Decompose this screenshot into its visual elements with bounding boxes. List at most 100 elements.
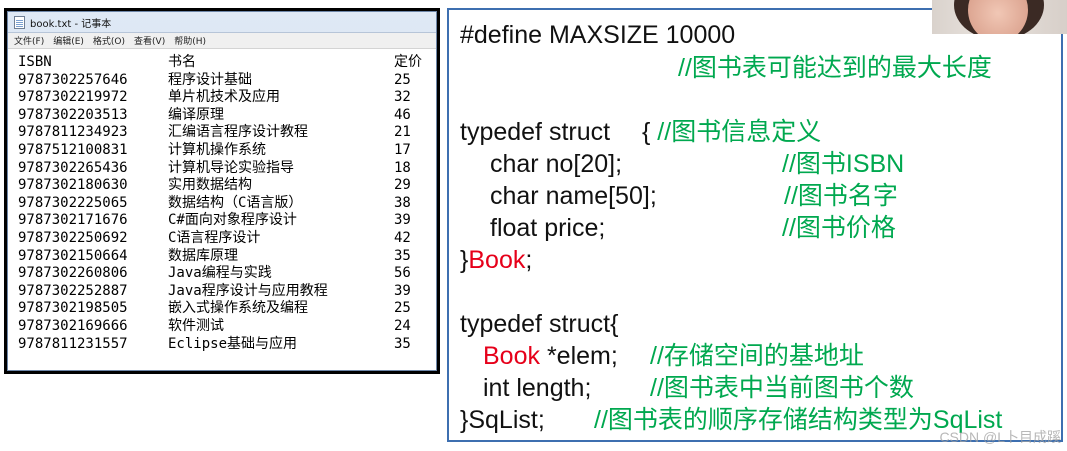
- book-row: 9787302265436 计算机导论实验指导 18: [14, 160, 436, 178]
- menu-view[interactable]: 查看(V): [134, 34, 165, 47]
- notepad-window: book.txt - 记事本 文件(F) 编辑(E) 格式(O) 查看(V) 帮…: [7, 11, 437, 371]
- struct1-close-line: }Book;: [460, 245, 532, 275]
- watermark: CSDN @L卜目成蹊: [939, 429, 1061, 445]
- book-isbn: 9787302203513: [18, 106, 128, 123]
- menu-file[interactable]: 文件(F): [14, 34, 44, 47]
- struct1-brace: {: [641, 118, 651, 146]
- book-price: 29: [394, 177, 411, 194]
- book-isbn: 9787302260806: [18, 265, 128, 282]
- book-title: 计算机操作系统: [168, 141, 266, 158]
- menu-help[interactable]: 帮助(H): [174, 34, 206, 47]
- book-price: 35: [394, 247, 411, 264]
- field-elem: *elem;: [546, 342, 618, 370]
- book-row: 9787811231557 Eclipse基础与应用 35: [14, 336, 436, 354]
- book-isbn: 9787302171676: [18, 212, 128, 229]
- book-isbn: 9787302169666: [18, 317, 128, 334]
- book-title: 汇编语言程序设计教程: [168, 124, 308, 141]
- book-price: 25: [394, 300, 411, 317]
- presenter-face: [968, 0, 1028, 34]
- book-row: 9787302257646 程序设计基础 25: [14, 72, 436, 90]
- book-title: 编译原理: [168, 106, 224, 123]
- book-title: 数据库原理: [168, 247, 238, 264]
- field-no: char no[20];: [490, 150, 623, 178]
- book-isbn: 9787302252887: [18, 282, 128, 299]
- book-isbn: 9787811231557: [18, 335, 128, 352]
- book-isbn: 9787302225065: [18, 194, 128, 211]
- field-no-comment: //图书ISBN: [782, 150, 905, 178]
- define-line: #define MAXSIZE 10000: [460, 20, 735, 50]
- header-isbn: ISBN: [18, 54, 52, 70]
- book-row: 9787302260806 Java编程与实践 56: [14, 265, 436, 283]
- book-price: 38: [394, 194, 411, 211]
- book-title: C#面向对象程序设计: [168, 212, 297, 229]
- field-elem-line: Book *elem;: [483, 341, 618, 371]
- book-isbn: 9787302180630: [18, 177, 128, 194]
- book-price: 56: [394, 265, 411, 282]
- book-row: 9787302252887 Java程序设计与应用教程 39: [14, 283, 436, 301]
- notepad-document-icon: [14, 15, 25, 29]
- book-title: Java程序设计与应用教程: [168, 282, 328, 299]
- book-row: 9787302169666 软件测试 24: [14, 318, 436, 336]
- book-title: 单片机技术及应用: [168, 89, 280, 106]
- struct1-comment: //图书信息定义: [657, 118, 822, 146]
- code-panel: #define MAXSIZE 10000 //图书表可能达到的最大长度 typ…: [447, 8, 1063, 442]
- notepad-header-row: ISBN 书名 定价: [14, 54, 436, 72]
- book-title: 数据结构（C语言版）: [168, 194, 303, 211]
- field-elem-type: Book: [483, 342, 540, 370]
- book-isbn: 9787512100831: [18, 141, 128, 158]
- book-title: 软件测试: [168, 317, 224, 334]
- book-price: 46: [394, 106, 411, 123]
- book-price: 42: [394, 229, 411, 246]
- book-title: 程序设计基础: [168, 71, 252, 88]
- book-isbn: 9787302250692: [18, 229, 128, 246]
- book-isbn: 9787302198505: [18, 300, 128, 317]
- field-length-comment: //图书表中当前图书个数: [650, 374, 914, 402]
- book-row: 9787302219972 单片机技术及应用 32: [14, 89, 436, 107]
- book-row: 9787811234923 汇编语言程序设计教程 21: [14, 124, 436, 142]
- book-price: 35: [394, 335, 411, 352]
- struct1-semicolon: ;: [525, 246, 533, 274]
- notepad-title: book.txt - 记事本: [30, 18, 112, 30]
- book-price: 24: [394, 317, 411, 334]
- book-row: 9787302250692 C语言程序设计 42: [14, 230, 436, 248]
- book-title: 嵌入式操作系统及编程: [168, 300, 308, 317]
- field-name: char name[50];: [490, 182, 657, 210]
- book-row: 9787302171676 C#面向对象程序设计 39: [14, 212, 436, 230]
- book-price: 18: [394, 159, 411, 176]
- define-statement: #define MAXSIZE 10000: [460, 21, 736, 49]
- book-isbn: 9787811234923: [18, 124, 128, 141]
- book-row: 9787302203513 编译原理 46: [14, 107, 436, 125]
- book-price: 21: [394, 124, 411, 141]
- menu-format[interactable]: 格式(O): [93, 34, 125, 47]
- notepad-titlebar[interactable]: book.txt - 记事本: [8, 12, 436, 32]
- struct1-keyword: typedef struct: [460, 118, 611, 146]
- struct1-open-line: typedef struct { //图书信息定义: [460, 117, 821, 147]
- book-isbn: 9787302219972: [18, 89, 128, 106]
- book-title: Eclipse基础与应用: [168, 335, 298, 352]
- notepad-text-area[interactable]: ISBN 书名 定价 9787302257646 程序设计基础 25 97873022…: [8, 49, 436, 370]
- book-price: 25: [394, 71, 411, 88]
- menu-edit[interactable]: 编辑(E): [53, 34, 84, 47]
- type-name-book: Book: [468, 246, 526, 274]
- field-name-comment: //图书名字: [784, 182, 898, 210]
- notepad-menubar: 文件(F) 编辑(E) 格式(O) 查看(V) 帮助(H): [8, 32, 436, 49]
- book-isbn: 9787302257646: [18, 71, 128, 88]
- struct2-close: }SqList;: [460, 406, 545, 434]
- book-title: Java编程与实践: [168, 265, 272, 282]
- book-title: C语言程序设计: [168, 229, 261, 246]
- book-price: 39: [394, 282, 411, 299]
- field-price-comment: //图书价格: [782, 214, 896, 242]
- book-price: 17: [394, 141, 411, 158]
- field-length: int length;: [483, 374, 592, 402]
- book-row: 9787302150664 数据库原理 35: [14, 248, 436, 266]
- book-price: 32: [394, 89, 411, 106]
- book-row: 9787302180630 实用数据结构 29: [14, 177, 436, 195]
- header-price: 定价: [394, 54, 422, 70]
- define-comment: //图书表可能达到的最大长度: [678, 54, 992, 82]
- struct2-open-line: typedef struct{: [460, 310, 619, 338]
- book-row: 9787302198505 嵌入式操作系统及编程 25: [14, 300, 436, 318]
- presenter-video: [932, 0, 1067, 34]
- field-price: float price;: [490, 214, 606, 242]
- book-row: 9787512100831 计算机操作系统 17: [14, 142, 436, 160]
- book-isbn: 9787302150664: [18, 247, 128, 264]
